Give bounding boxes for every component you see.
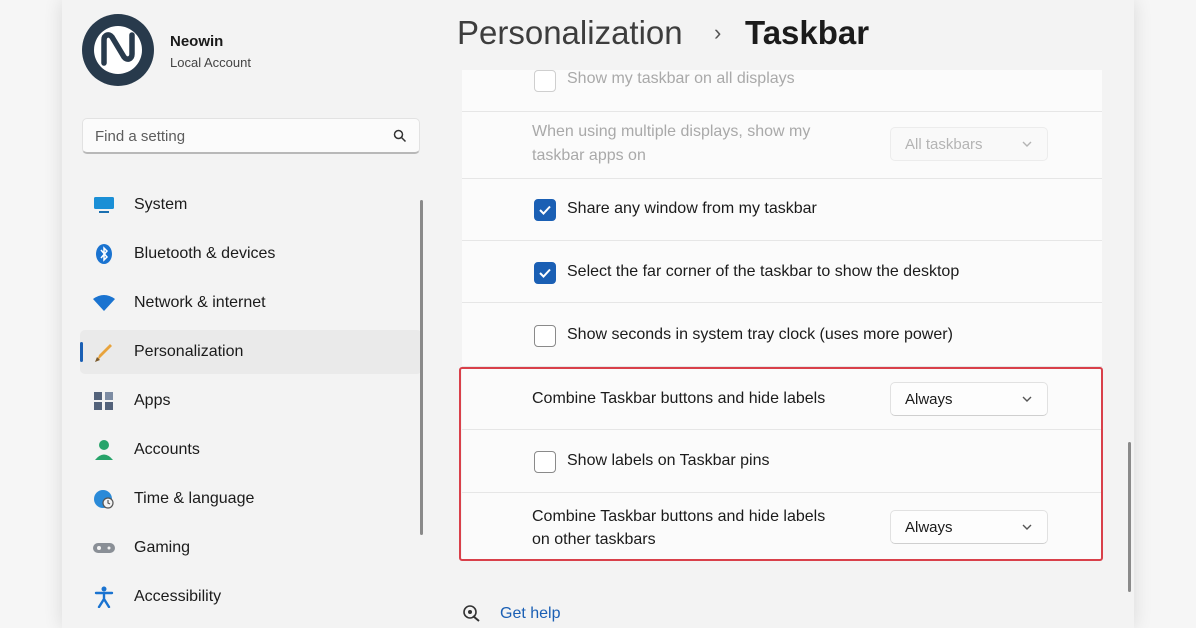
sidebar-scrollbar[interactable] xyxy=(420,200,423,535)
sidebar-item-label: Time & language xyxy=(134,490,255,507)
sidebar-nav: System Bluetooth & devices Network & int… xyxy=(80,183,422,624)
setting-row-show-labels-pins[interactable]: Show labels on Taskbar pins xyxy=(462,430,1102,493)
combine-other-label-line2: on other taskbars xyxy=(532,531,656,548)
search-box[interactable]: Find a setting xyxy=(82,118,420,154)
show-seconds-checkbox[interactable] xyxy=(534,325,556,347)
dropdown-value: Always xyxy=(905,391,953,408)
globe-clock-icon xyxy=(92,487,116,511)
sidebar-item-bluetooth[interactable]: Bluetooth & devices xyxy=(80,232,422,276)
sidebar-item-label: Bluetooth & devices xyxy=(134,245,276,262)
sidebar-item-gaming[interactable]: Gaming xyxy=(80,526,422,570)
show-seconds-label: Show seconds in system tray clock (uses … xyxy=(567,326,953,343)
setting-row-all-displays[interactable]: Show my taskbar on all displays xyxy=(462,70,1102,112)
combine-buttons-dropdown[interactable]: Always xyxy=(890,382,1048,416)
show-labels-pins-label: Show labels on Taskbar pins xyxy=(567,452,770,469)
avatar[interactable] xyxy=(82,14,154,86)
combine-buttons-label: Combine Taskbar buttons and hide labels xyxy=(532,390,826,407)
checkmark-icon xyxy=(539,268,551,278)
far-corner-checkbox[interactable] xyxy=(534,262,556,284)
far-corner-label: Select the far corner of the taskbar to … xyxy=(567,263,960,280)
chevron-down-icon xyxy=(1022,524,1032,530)
checkmark-icon xyxy=(539,205,551,215)
show-labels-pins-checkbox[interactable] xyxy=(534,451,556,473)
sidebar-item-accessibility[interactable]: Accessibility xyxy=(80,575,422,619)
neowin-logo-icon xyxy=(94,26,142,74)
accessibility-icon xyxy=(92,585,116,609)
get-help-label: Get help xyxy=(500,605,561,622)
sidebar-item-label: Accounts xyxy=(134,441,200,458)
multi-display-dropdown[interactable]: All taskbars xyxy=(890,127,1048,161)
bluetooth-icon xyxy=(92,242,116,266)
system-icon xyxy=(92,193,116,217)
setting-row-far-corner[interactable]: Select the far corner of the taskbar to … xyxy=(462,241,1102,303)
person-icon xyxy=(92,438,116,462)
profile-name: Neowin xyxy=(170,33,224,50)
sidebar-item-label: Apps xyxy=(134,392,171,409)
setting-row-multi-display: When using multiple displays, show my ta… xyxy=(462,112,1102,179)
settings-window: Neowin Local Account Find a setting Syst… xyxy=(62,0,1134,628)
account-type: Local Account xyxy=(170,55,251,70)
breadcrumb-separator: › xyxy=(714,20,722,45)
chevron-down-icon xyxy=(1022,396,1032,402)
dropdown-value: All taskbars xyxy=(905,136,983,153)
apps-icon xyxy=(92,389,116,413)
sidebar-item-label: System xyxy=(134,196,188,213)
setting-row-share-window[interactable]: Share any window from my taskbar xyxy=(462,179,1102,241)
page-title: Taskbar xyxy=(745,14,870,51)
get-help-link[interactable]: Get help xyxy=(462,604,560,624)
wifi-icon xyxy=(92,291,116,315)
chevron-down-icon xyxy=(1022,141,1032,147)
search-icon[interactable] xyxy=(393,129,407,143)
setting-row-combine-buttons: Combine Taskbar buttons and hide labels … xyxy=(462,367,1102,430)
sidebar-item-label: Gaming xyxy=(134,539,191,556)
sidebar-item-label: Accessibility xyxy=(134,588,222,605)
search-input[interactable]: Find a setting xyxy=(95,128,185,145)
all-displays-label: Show my taskbar on all displays xyxy=(567,70,795,87)
breadcrumb-parent[interactable]: Personalization xyxy=(457,14,683,52)
sidebar-item-time-language[interactable]: Time & language xyxy=(80,477,422,521)
sidebar-item-system[interactable]: System xyxy=(80,183,422,227)
share-window-label: Share any window from my taskbar xyxy=(567,200,817,217)
help-chat-icon xyxy=(463,605,480,622)
dropdown-value: Always xyxy=(905,519,953,536)
gamepad-icon xyxy=(92,536,116,560)
sidebar-item-apps[interactable]: Apps xyxy=(80,379,422,423)
sidebar-item-label: Personalization xyxy=(134,343,244,360)
combine-other-dropdown[interactable]: Always xyxy=(890,510,1048,544)
setting-row-combine-other: Combine Taskbar buttons and hide labels … xyxy=(462,493,1102,559)
combine-other-label-line1: Combine Taskbar buttons and hide labels xyxy=(532,508,826,525)
share-window-checkbox[interactable] xyxy=(534,199,556,221)
all-displays-checkbox[interactable] xyxy=(534,70,556,92)
brush-icon xyxy=(92,340,116,364)
multi-display-label-line1: When using multiple displays, show my xyxy=(532,123,811,140)
sidebar-item-network[interactable]: Network & internet xyxy=(80,281,422,325)
setting-row-show-seconds[interactable]: Show seconds in system tray clock (uses … xyxy=(462,303,1102,367)
sidebar-item-accounts[interactable]: Accounts xyxy=(80,428,422,472)
sidebar-item-personalization[interactable]: Personalization xyxy=(80,330,422,374)
content-scrollbar[interactable] xyxy=(1128,442,1131,592)
sidebar-item-label: Network & internet xyxy=(134,294,266,311)
multi-display-label-line2: taskbar apps on xyxy=(532,147,646,164)
